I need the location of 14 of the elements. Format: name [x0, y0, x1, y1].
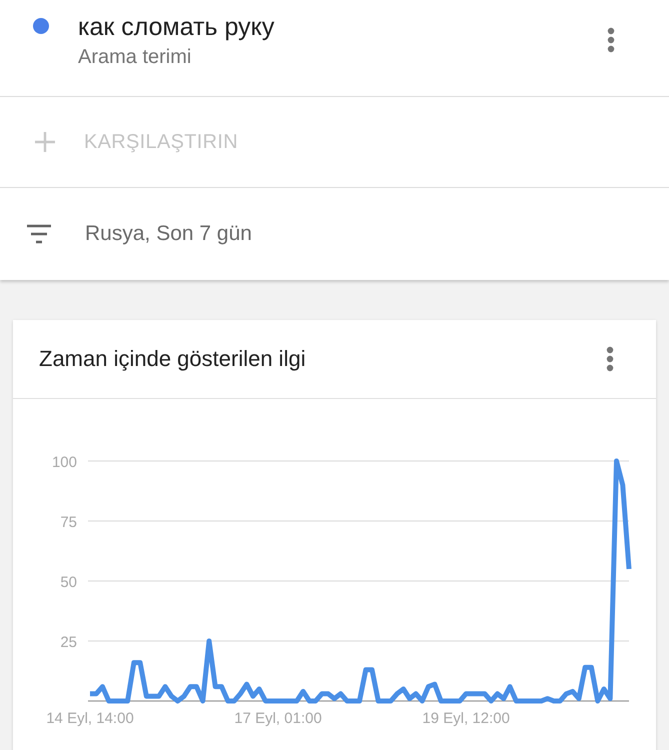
y-tick-label: 25 — [60, 634, 77, 651]
more-icon[interactable] — [607, 27, 615, 53]
filter-summary[interactable]: Rusya, Son 7 gün — [85, 222, 252, 246]
card-title: Zaman içinde gösterilen ilgi — [39, 346, 306, 372]
x-tick-label: 19 Eyl, 12:00 — [422, 710, 510, 727]
filter-icon[interactable] — [26, 224, 52, 244]
y-tick-label: 100 — [52, 454, 77, 471]
term-type: Arama terimi — [78, 46, 192, 69]
x-tick-label: 17 Eyl, 01:00 — [234, 710, 322, 727]
search-term: как сломать руку — [78, 12, 276, 42]
more-icon[interactable] — [606, 346, 614, 372]
x-tick-label: 14 Eyl, 14:00 — [46, 710, 134, 727]
y-tick-label: 50 — [60, 574, 77, 591]
y-tick-label: 75 — [60, 514, 77, 531]
